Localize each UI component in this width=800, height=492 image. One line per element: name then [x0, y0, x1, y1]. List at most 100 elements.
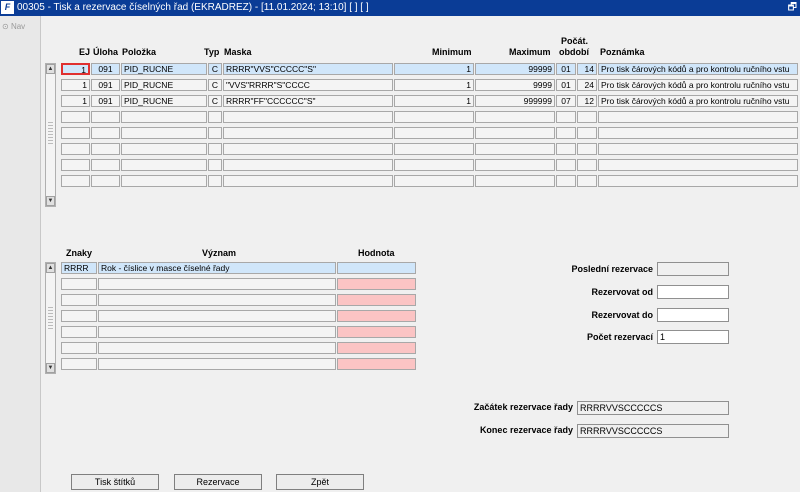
vyznam-cell[interactable] — [98, 294, 336, 306]
hodnota-cell[interactable] — [337, 326, 416, 338]
maska-cell[interactable] — [223, 175, 393, 187]
ej-cell[interactable] — [61, 143, 90, 155]
znaky-cell[interactable] — [61, 310, 97, 322]
hodnota-cell[interactable] — [337, 310, 416, 322]
pocat-cell[interactable] — [556, 127, 576, 139]
maximum-cell[interactable] — [475, 111, 555, 123]
typ-cell[interactable] — [208, 143, 222, 155]
ej-cell[interactable] — [61, 111, 90, 123]
pocat-cell[interactable] — [556, 159, 576, 171]
minimum-cell[interactable] — [394, 175, 474, 187]
ej-cell[interactable] — [61, 175, 90, 187]
pocet-rezervaci-input[interactable]: 1 — [657, 330, 729, 344]
uloha-cell[interactable] — [91, 111, 120, 123]
pocat-cell[interactable] — [556, 111, 576, 123]
znaky-cell[interactable] — [61, 326, 97, 338]
ej-cell[interactable]: 1 — [61, 63, 90, 75]
typ-cell[interactable] — [208, 127, 222, 139]
tisk-stitku-button[interactable]: Tisk štítků — [71, 474, 159, 490]
ej-cell[interactable] — [61, 159, 90, 171]
minimum-cell[interactable] — [394, 111, 474, 123]
typ-cell[interactable]: C — [208, 95, 222, 107]
minimum-cell[interactable] — [394, 127, 474, 139]
zpet-button[interactable]: Zpět — [276, 474, 364, 490]
scroll-down-icon[interactable]: ▼ — [46, 196, 55, 206]
uloha-cell[interactable] — [91, 143, 120, 155]
hodnota-cell[interactable] — [337, 342, 416, 354]
maximum-cell[interactable] — [475, 159, 555, 171]
typ-cell[interactable] — [208, 175, 222, 187]
polozka-cell[interactable]: PID_RUCNE — [121, 95, 207, 107]
polozka-cell[interactable]: PID_RUCNE — [121, 79, 207, 91]
uloha-cell[interactable]: 091 — [91, 79, 120, 91]
maska-cell[interactable] — [223, 111, 393, 123]
typ-cell[interactable] — [208, 159, 222, 171]
hodnota-cell[interactable] — [337, 294, 416, 306]
polozka-cell[interactable] — [121, 175, 207, 187]
ej-cell[interactable] — [61, 127, 90, 139]
poznamka-cell[interactable] — [598, 175, 798, 187]
obdobi-cell[interactable] — [577, 111, 597, 123]
maximum-cell[interactable] — [475, 175, 555, 187]
grid1-scrollbar[interactable]: ▲ ▼ — [45, 63, 56, 207]
maska-cell[interactable]: "VVS"RRRR"S"CCCC — [223, 79, 393, 91]
ej-cell[interactable]: 1 — [61, 95, 90, 107]
pocat-cell[interactable]: 01 — [556, 79, 576, 91]
znaky-cell[interactable] — [61, 342, 97, 354]
poznamka-cell[interactable] — [598, 127, 798, 139]
obdobi-cell[interactable] — [577, 127, 597, 139]
rezervovat-od-input[interactable] — [657, 285, 729, 299]
polozka-cell[interactable] — [121, 143, 207, 155]
hodnota-cell[interactable] — [337, 358, 416, 370]
rezervovat-do-input[interactable] — [657, 308, 729, 322]
polozka-cell[interactable] — [121, 159, 207, 171]
poznamka-cell[interactable]: Pro tisk čárových kódů a pro kontrolu ru… — [598, 79, 798, 91]
restore-icon[interactable]: 🗗 — [788, 0, 797, 16]
maximum-cell[interactable] — [475, 127, 555, 139]
vyznam-cell[interactable] — [98, 342, 336, 354]
vyznam-cell[interactable] — [98, 358, 336, 370]
uloha-cell[interactable] — [91, 159, 120, 171]
scroll-up-icon[interactable]: ▲ — [46, 64, 55, 74]
maska-cell[interactable]: RRRR"VVS"CCCCC"S" — [223, 63, 393, 75]
pocat-cell[interactable] — [556, 143, 576, 155]
minimum-cell[interactable]: 1 — [394, 79, 474, 91]
hodnota-cell[interactable] — [337, 262, 416, 274]
uloha-cell[interactable] — [91, 175, 120, 187]
pocat-cell[interactable]: 01 — [556, 63, 576, 75]
poznamka-cell[interactable]: Pro tisk čárových kódů a pro kontrolu ru… — [598, 95, 798, 107]
scroll-grip-icon[interactable] — [48, 122, 53, 144]
poznamka-cell[interactable]: Pro tisk čárových kódů a pro kontrolu ru… — [598, 63, 798, 75]
polozka-cell[interactable]: PID_RUCNE — [121, 63, 207, 75]
uloha-cell[interactable]: 091 — [91, 95, 120, 107]
scroll-up-icon[interactable]: ▲ — [46, 263, 55, 273]
poznamka-cell[interactable] — [598, 159, 798, 171]
obdobi-cell[interactable]: 12 — [577, 95, 597, 107]
znaky-cell[interactable] — [61, 278, 97, 290]
maximum-cell[interactable]: 999999 — [475, 95, 555, 107]
maska-cell[interactable] — [223, 127, 393, 139]
znaky-cell[interactable] — [61, 294, 97, 306]
obdobi-cell[interactable] — [577, 159, 597, 171]
uloha-cell[interactable] — [91, 127, 120, 139]
maximum-cell[interactable]: 9999 — [475, 79, 555, 91]
polozka-cell[interactable] — [121, 111, 207, 123]
uloha-cell[interactable]: 091 — [91, 63, 120, 75]
typ-cell[interactable] — [208, 111, 222, 123]
pocat-cell[interactable]: 07 — [556, 95, 576, 107]
typ-cell[interactable]: C — [208, 63, 222, 75]
minimum-cell[interactable]: 1 — [394, 63, 474, 75]
obdobi-cell[interactable]: 24 — [577, 79, 597, 91]
ej-cell[interactable]: 1 — [61, 79, 90, 91]
grid2-scrollbar[interactable]: ▲ ▼ — [45, 262, 56, 374]
poznamka-cell[interactable] — [598, 111, 798, 123]
poznamka-cell[interactable] — [598, 143, 798, 155]
scroll-grip-icon[interactable] — [48, 307, 53, 329]
obdobi-cell[interactable]: 14 — [577, 63, 597, 75]
nav-tab[interactable]: ⊙ Nav — [2, 22, 25, 31]
hodnota-cell[interactable] — [337, 278, 416, 290]
vyznam-cell[interactable]: Rok - číslice v masce číselné řady — [98, 262, 336, 274]
minimum-cell[interactable]: 1 — [394, 95, 474, 107]
maska-cell[interactable] — [223, 159, 393, 171]
vyznam-cell[interactable] — [98, 326, 336, 338]
